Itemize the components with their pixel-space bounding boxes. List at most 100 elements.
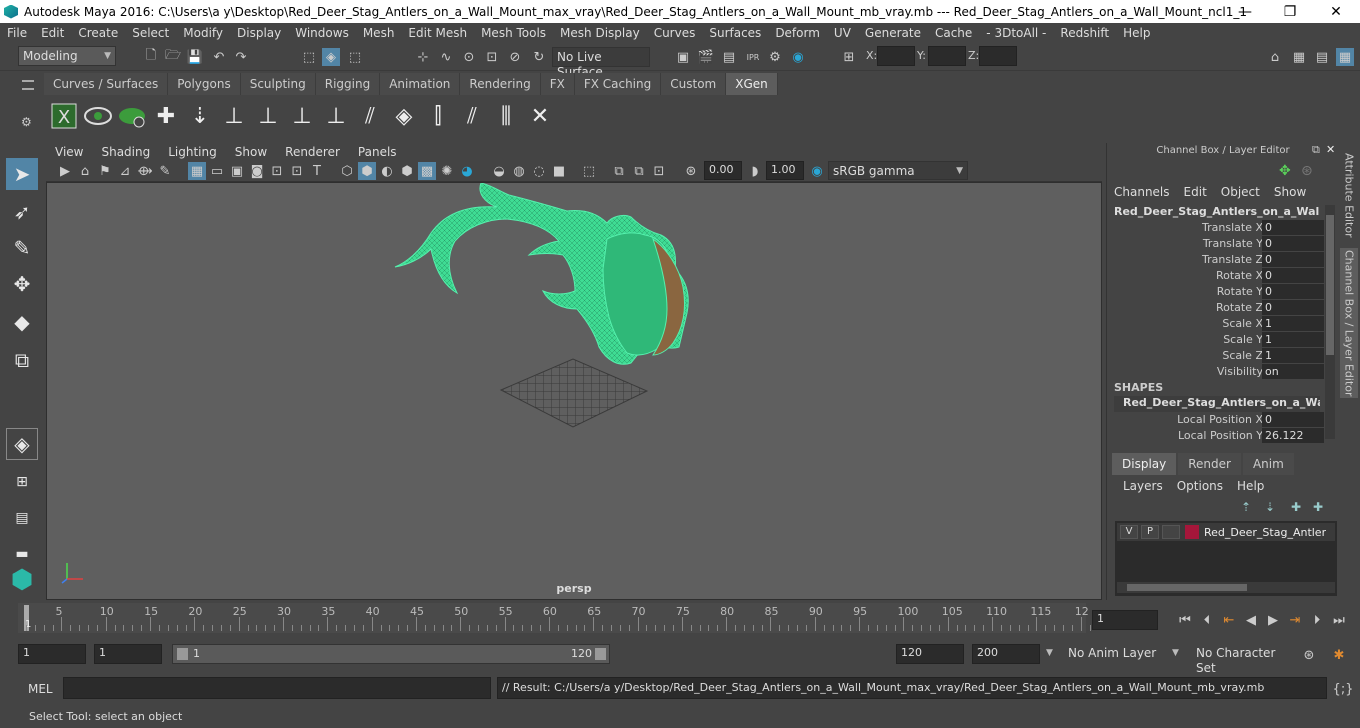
go-to-start-icon[interactable]: ⏮ xyxy=(1176,611,1194,629)
attr-rotate-y[interactable]: Rotate Y0 xyxy=(1107,284,1327,300)
field-chart-icon[interactable]: ⊡ xyxy=(268,162,286,180)
go-to-end-icon[interactable]: ⏭ xyxy=(1330,611,1348,629)
attribute-editor-icon[interactable]: ▤ xyxy=(1313,48,1331,66)
anim-layer-dropdown[interactable]: ▼ No Anim Layer xyxy=(1044,644,1162,664)
layer-color-swatch[interactable] xyxy=(1185,525,1199,539)
maya-home-icon[interactable]: ⬢ xyxy=(6,564,38,596)
move-tool-icon[interactable]: ✥ xyxy=(6,268,38,300)
script-language-toggle[interactable]: MEL xyxy=(28,682,53,696)
playback-end-input[interactable]: 120 xyxy=(896,644,964,664)
hypershade-icon[interactable]: ◉ xyxy=(789,48,807,66)
menu-curves[interactable]: Curves xyxy=(647,26,703,40)
channel-menu-channels[interactable]: Channels xyxy=(1114,185,1170,199)
range-end-handle[interactable] xyxy=(595,648,606,660)
save-scene-icon[interactable]: 💾 xyxy=(186,48,204,66)
xgen-brush-icon[interactable]: ⫽ xyxy=(456,100,488,132)
undo-icon[interactable]: ↶ xyxy=(210,48,228,66)
gate-mask-icon[interactable]: ◙ xyxy=(248,162,266,180)
render-frame-icon[interactable]: 🎬 xyxy=(697,48,715,66)
tab-sculpting[interactable]: Sculpting xyxy=(240,73,316,95)
live-surface-field[interactable]: No Live Surface xyxy=(552,47,650,79)
attr-scale-x[interactable]: Scale X1 xyxy=(1107,316,1327,332)
menu-windows[interactable]: Windows xyxy=(288,26,356,40)
menu-uv[interactable]: UV xyxy=(827,26,858,40)
layer-name[interactable]: Red_Deer_Stag_Antlers_on_a_Wall_Mount xyxy=(1204,526,1326,539)
select-tool-icon[interactable]: ➤ xyxy=(6,158,38,190)
menu-modify[interactable]: Modify xyxy=(176,26,230,40)
color-management-icon[interactable]: ◉ xyxy=(808,162,826,180)
animation-preferences-icon[interactable]: ✱ xyxy=(1330,646,1348,664)
move-manip-icon[interactable]: ✥ xyxy=(1279,163,1291,179)
textured-icon[interactable]: ⬢ xyxy=(398,162,416,180)
channel-box-icon[interactable]: ▦ xyxy=(1336,48,1354,66)
attr-value[interactable]: 0 xyxy=(1262,220,1324,235)
image-plane-icon[interactable]: ⊿ xyxy=(116,162,134,180)
attr-value[interactable]: 1 xyxy=(1262,332,1324,347)
xgen-comb-icon[interactable]: ⫼ xyxy=(490,100,522,132)
attr-translate-x[interactable]: Translate X0 xyxy=(1107,220,1327,236)
camera-select-icon[interactable]: ▶ xyxy=(56,162,74,180)
menu-select[interactable]: Select xyxy=(125,26,176,40)
grid-icon[interactable]: ▦ xyxy=(188,162,206,180)
tab-xgen[interactable]: XGen xyxy=(726,73,778,95)
menu-generate[interactable]: Generate xyxy=(858,26,928,40)
tab-fx-caching[interactable]: FX Caching xyxy=(574,73,662,95)
render-settings-icon[interactable]: ⚙ xyxy=(766,48,784,66)
layer-menu-help[interactable]: Help xyxy=(1237,479,1264,493)
restore-button[interactable]: ❐ xyxy=(1267,0,1313,23)
layer-list-hscrollbar[interactable] xyxy=(1117,582,1335,593)
four-view-layout-icon[interactable]: ⊞ xyxy=(6,466,38,498)
2d-pan-zoom-icon[interactable]: ⟴ xyxy=(136,162,154,180)
tab-animation[interactable]: Animation xyxy=(380,73,461,95)
menu-help[interactable]: Help xyxy=(1116,26,1157,40)
layer-visibility-toggle[interactable]: V xyxy=(1120,525,1138,539)
new-scene-icon[interactable]: 🗋 xyxy=(142,48,160,66)
character-set-dropdown[interactable]: ▼ No Character Set xyxy=(1170,644,1292,675)
snap-view-plane-icon[interactable]: ⊡ xyxy=(483,48,501,66)
xgen-preview-icon[interactable] xyxy=(82,100,114,132)
attr-local-position-y[interactable]: Local Position Y 26.122 xyxy=(1107,428,1327,444)
ipr-icon[interactable]: IPR xyxy=(744,48,762,66)
shadows-icon[interactable]: ◕ xyxy=(458,162,476,180)
xray-active-components-icon[interactable]: ⧉ xyxy=(630,162,648,180)
wireframe-on-shaded-icon[interactable]: ◐ xyxy=(378,162,396,180)
scale-tool-icon[interactable]: ⧉ xyxy=(6,344,38,376)
attr-value[interactable]: 0 xyxy=(1262,236,1324,251)
xgen-grass-icon[interactable]: ⫽ xyxy=(354,100,386,132)
attr-value[interactable]: 0 xyxy=(1262,300,1324,315)
tab-polygons[interactable]: Polygons xyxy=(168,73,241,95)
xray-icon[interactable]: ▩ xyxy=(418,162,436,180)
xray-joints-icon[interactable]: ⧉ xyxy=(610,162,628,180)
smooth-shade-icon[interactable]: ⬢ xyxy=(358,162,376,180)
attr-scale-y[interactable]: Scale Y1 xyxy=(1107,332,1327,348)
camera-attributes-icon[interactable]: ⌂ xyxy=(76,162,94,180)
attr-scale-z[interactable]: Scale Z1 xyxy=(1107,348,1327,364)
close-button[interactable]: ✕ xyxy=(1313,0,1359,23)
xgen-guide-length-icon[interactable]: ⊥ xyxy=(252,100,284,132)
ipr-render-icon[interactable]: ▤ xyxy=(720,48,738,66)
move-layer-down-icon[interactable]: ⇣ xyxy=(1265,500,1275,514)
scrollbar-thumb[interactable] xyxy=(1326,215,1334,355)
attr-rotate-x[interactable]: Rotate X0 xyxy=(1107,268,1327,284)
attr-value[interactable]: 0 xyxy=(1262,252,1324,267)
selected-object-name[interactable]: Red_Deer_Stag_Antlers_on_a_Wall_M... xyxy=(1114,205,1320,218)
history-icon[interactable]: ↻ xyxy=(530,48,548,66)
screen-space-ao-icon[interactable]: ◒ xyxy=(490,162,508,180)
step-back-key-icon[interactable]: ⇤ xyxy=(1220,611,1238,629)
auto-key-icon[interactable]: ⊛ xyxy=(1300,646,1318,664)
xgen-lock-icon[interactable]: ⊥ xyxy=(320,100,352,132)
xgen-create-icon[interactable]: ✚ xyxy=(150,100,182,132)
play-forwards-icon[interactable]: ▶ xyxy=(1264,611,1282,629)
viewport-menu-view[interactable]: View xyxy=(46,145,92,159)
menu-file[interactable]: File xyxy=(0,26,34,40)
resolution-gate-icon[interactable]: ▣ xyxy=(228,162,246,180)
menu-mesh-display[interactable]: Mesh Display xyxy=(553,26,647,40)
rotate-tool-icon[interactable]: ◆ xyxy=(6,306,38,338)
gamma-icon[interactable]: ◗ xyxy=(746,162,764,180)
x-input[interactable] xyxy=(877,46,915,66)
paint-select-tool-icon[interactable]: ✎ xyxy=(6,232,38,264)
motion-blur-icon[interactable]: ◍ xyxy=(510,162,528,180)
tab-attribute-editor[interactable]: Attribute Editor xyxy=(1340,153,1358,238)
make-live-icon[interactable]: ⊘ xyxy=(506,48,524,66)
isolate-select-icon[interactable]: ⬚ xyxy=(580,162,598,180)
